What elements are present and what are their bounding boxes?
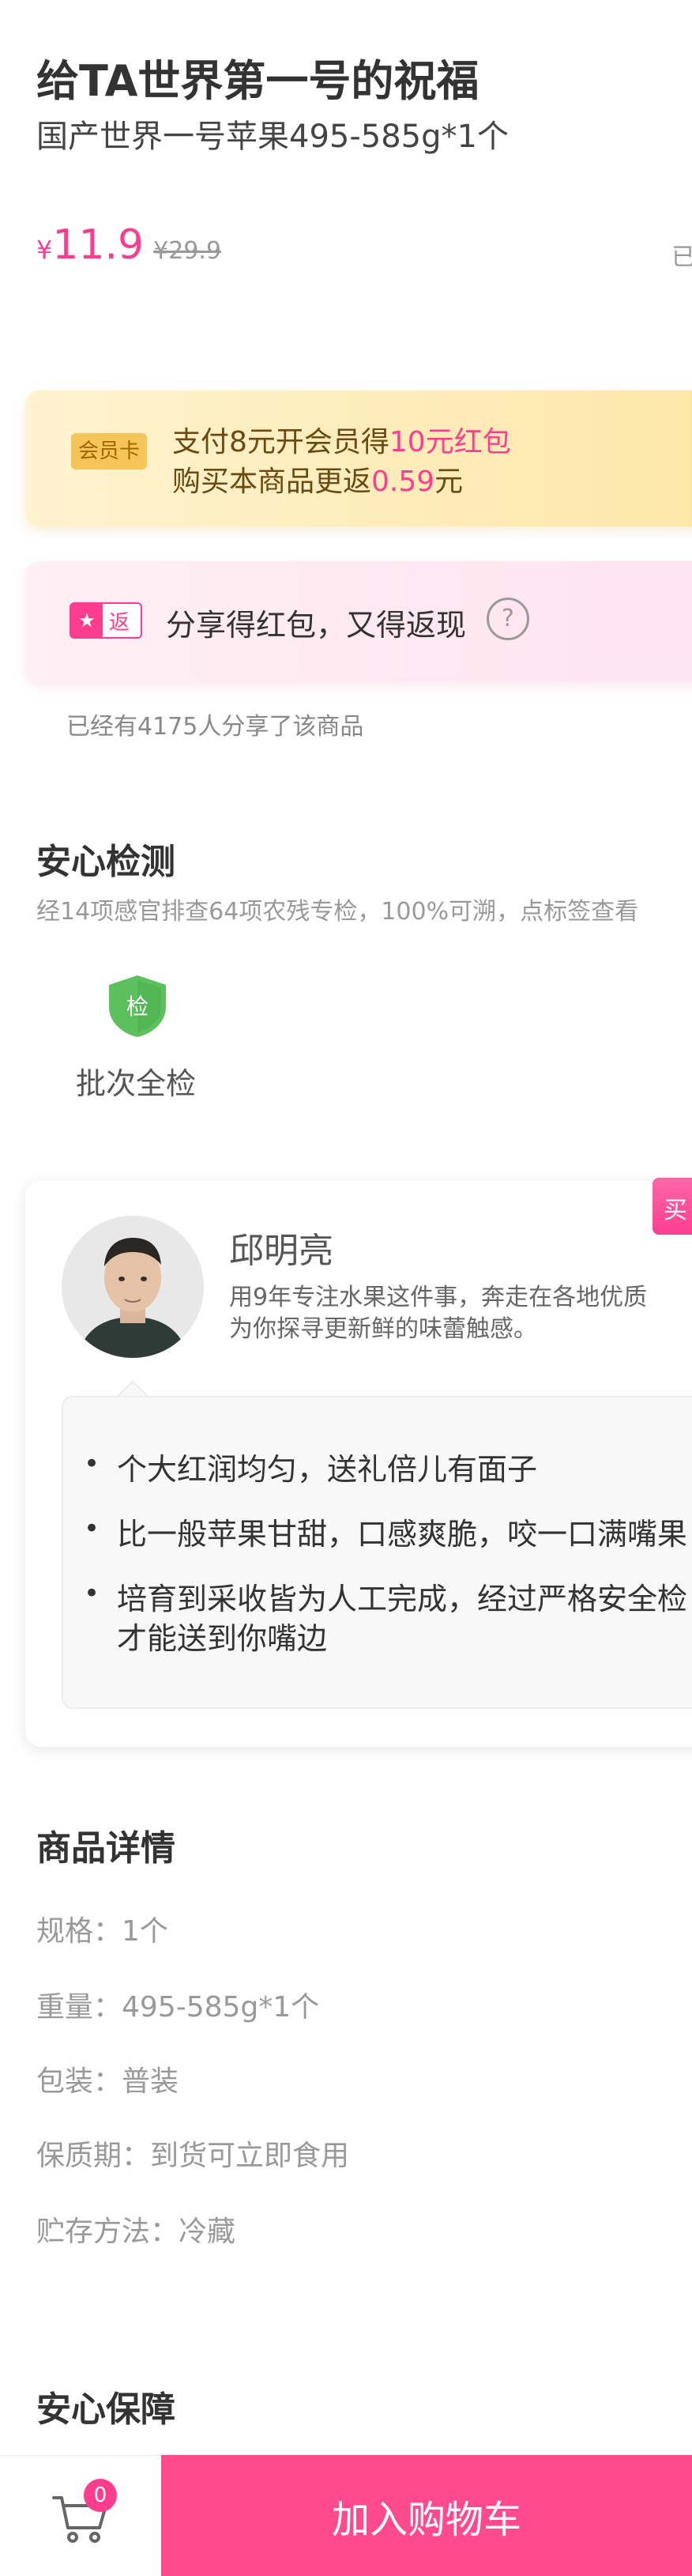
batch-check-label: 批次全检 — [76, 1066, 197, 1101]
price-row: ¥11.9 ¥29.9 — [36, 221, 221, 269]
member-return-text: 购买本商品更返 — [172, 466, 372, 498]
add-to-cart-button[interactable]: 加入购物车 — [161, 2455, 692, 2576]
buy-tag[interactable]: 买 — [653, 1178, 692, 1235]
shield-icon-label: 检 — [126, 994, 149, 1020]
price-currency: ¥ — [36, 235, 53, 265]
share-card[interactable]: ★ 返 分享得红包，又得返现 ? 去 — [25, 561, 692, 681]
list-item: 比一般苹果甘甜，口感爽脆，咬一口满嘴果 — [117, 1517, 688, 1552]
bullet-dot: • — [84, 1513, 100, 1544]
member-badge: 会员卡 — [71, 433, 147, 470]
list-item-continued: 才能送到你嘴边 — [117, 1621, 328, 1656]
list-item: 个大红润均匀，送礼倍儿有面子 — [117, 1452, 538, 1487]
shield-icon[interactable]: 检 — [103, 972, 172, 1040]
member-return-unit: 元 — [434, 466, 464, 498]
member-return-amount: 0.59 — [371, 466, 435, 498]
product-page: 给TA世界第一号的祝福 国产世界一号苹果495-585g*1个 ¥11.9 ¥29… — [0, 0, 692, 2576]
detail-package: 包装：普装 — [36, 2065, 179, 2098]
current-price: 11.9 — [52, 221, 145, 269]
share-text: 分享得红包，又得返现 — [166, 608, 467, 643]
details-title: 商品详情 — [36, 1828, 175, 1869]
bullet-dot: • — [84, 1578, 100, 1609]
member-red-packet: 10元红包 — [389, 426, 511, 458]
safety-check-desc: 经14项感官排查64项农残专检，100%可溯，点标签查看 — [36, 898, 639, 926]
seller-avatar — [62, 1216, 204, 1358]
member-offer-text: 支付8元开会员得 — [172, 426, 389, 458]
product-title: 给TA世界第一号的祝福 — [36, 56, 480, 106]
detail-spec: 规格：1个 — [36, 1915, 168, 1948]
cart-count-badge: 0 — [84, 2479, 117, 2512]
detail-shelf-life: 保质期：到货可立即食用 — [36, 2140, 350, 2172]
safety-check-title: 安心检测 — [36, 842, 175, 882]
return-badge: ★ 返 — [70, 602, 142, 639]
sold-count: 已 — [671, 243, 692, 271]
seller-bio-line2: 为你探寻更新鲜的味蕾触感。 — [229, 1315, 537, 1343]
product-subtitle: 国产世界一号苹果495-585g*1个 — [36, 119, 509, 155]
return-badge-text: 返 — [109, 610, 130, 635]
bullet-dot: • — [84, 1448, 100, 1480]
list-item: 培育到采收皆为人工完成，经过严格安全检 — [117, 1582, 688, 1616]
original-price: ¥29.9 — [153, 237, 222, 265]
help-icon[interactable]: ? — [487, 598, 529, 640]
member-offer-line2: 购买本商品更返0.59元 — [172, 458, 463, 500]
detail-weight: 重量：495-585g*1个 — [36, 1991, 320, 2023]
detail-storage: 贮存方法：冷藏 — [36, 2216, 236, 2248]
seller-name: 邱明亮 — [229, 1231, 333, 1271]
member-offer-line1: 支付8元开会员得10元红包 — [172, 419, 511, 460]
guarantee-title: 安心保障 — [36, 2389, 175, 2430]
star-icon: ★ — [71, 604, 103, 637]
seller-bio-line1: 用9年专注水果这件事，奔走在各地优质 — [229, 1284, 648, 1311]
member-card[interactable]: 会员卡 支付8元开会员得10元红包 购买本商品更返0.59元 去 — [25, 390, 692, 526]
share-count: 已经有4175人分享了该商品 — [66, 713, 364, 741]
